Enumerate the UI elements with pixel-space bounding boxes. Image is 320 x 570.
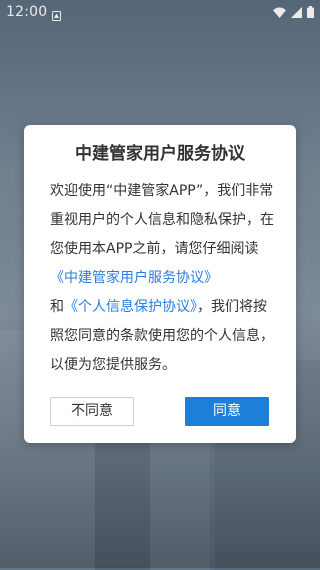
dialog-body: 欢迎使用“中建管家APP”，我们非常重视用户的个人信息和隐私保护，在您使用本AP… [50,177,274,380]
privacy-agreement-dialog: 中建管家用户服务协议 欢迎使用“中建管家APP”，我们非常重视用户的个人信息和隐… [24,125,296,443]
decline-button[interactable]: 不同意 [50,397,134,426]
dialog-body-text: 和 [50,299,64,315]
dialog-title: 中建管家用户服务协议 [75,144,245,164]
dialog-body-text: 欢迎使用“中建管家APP”，我们非常重视用户的个人信息和隐私保护，在您使用本AP… [50,183,274,257]
service-agreement-link[interactable]: 《中建管家用户服务协议》 [50,270,218,286]
agree-button[interactable]: 同意 [185,397,269,426]
privacy-agreement-link[interactable]: 《个人信息保护协议》 [64,299,197,315]
